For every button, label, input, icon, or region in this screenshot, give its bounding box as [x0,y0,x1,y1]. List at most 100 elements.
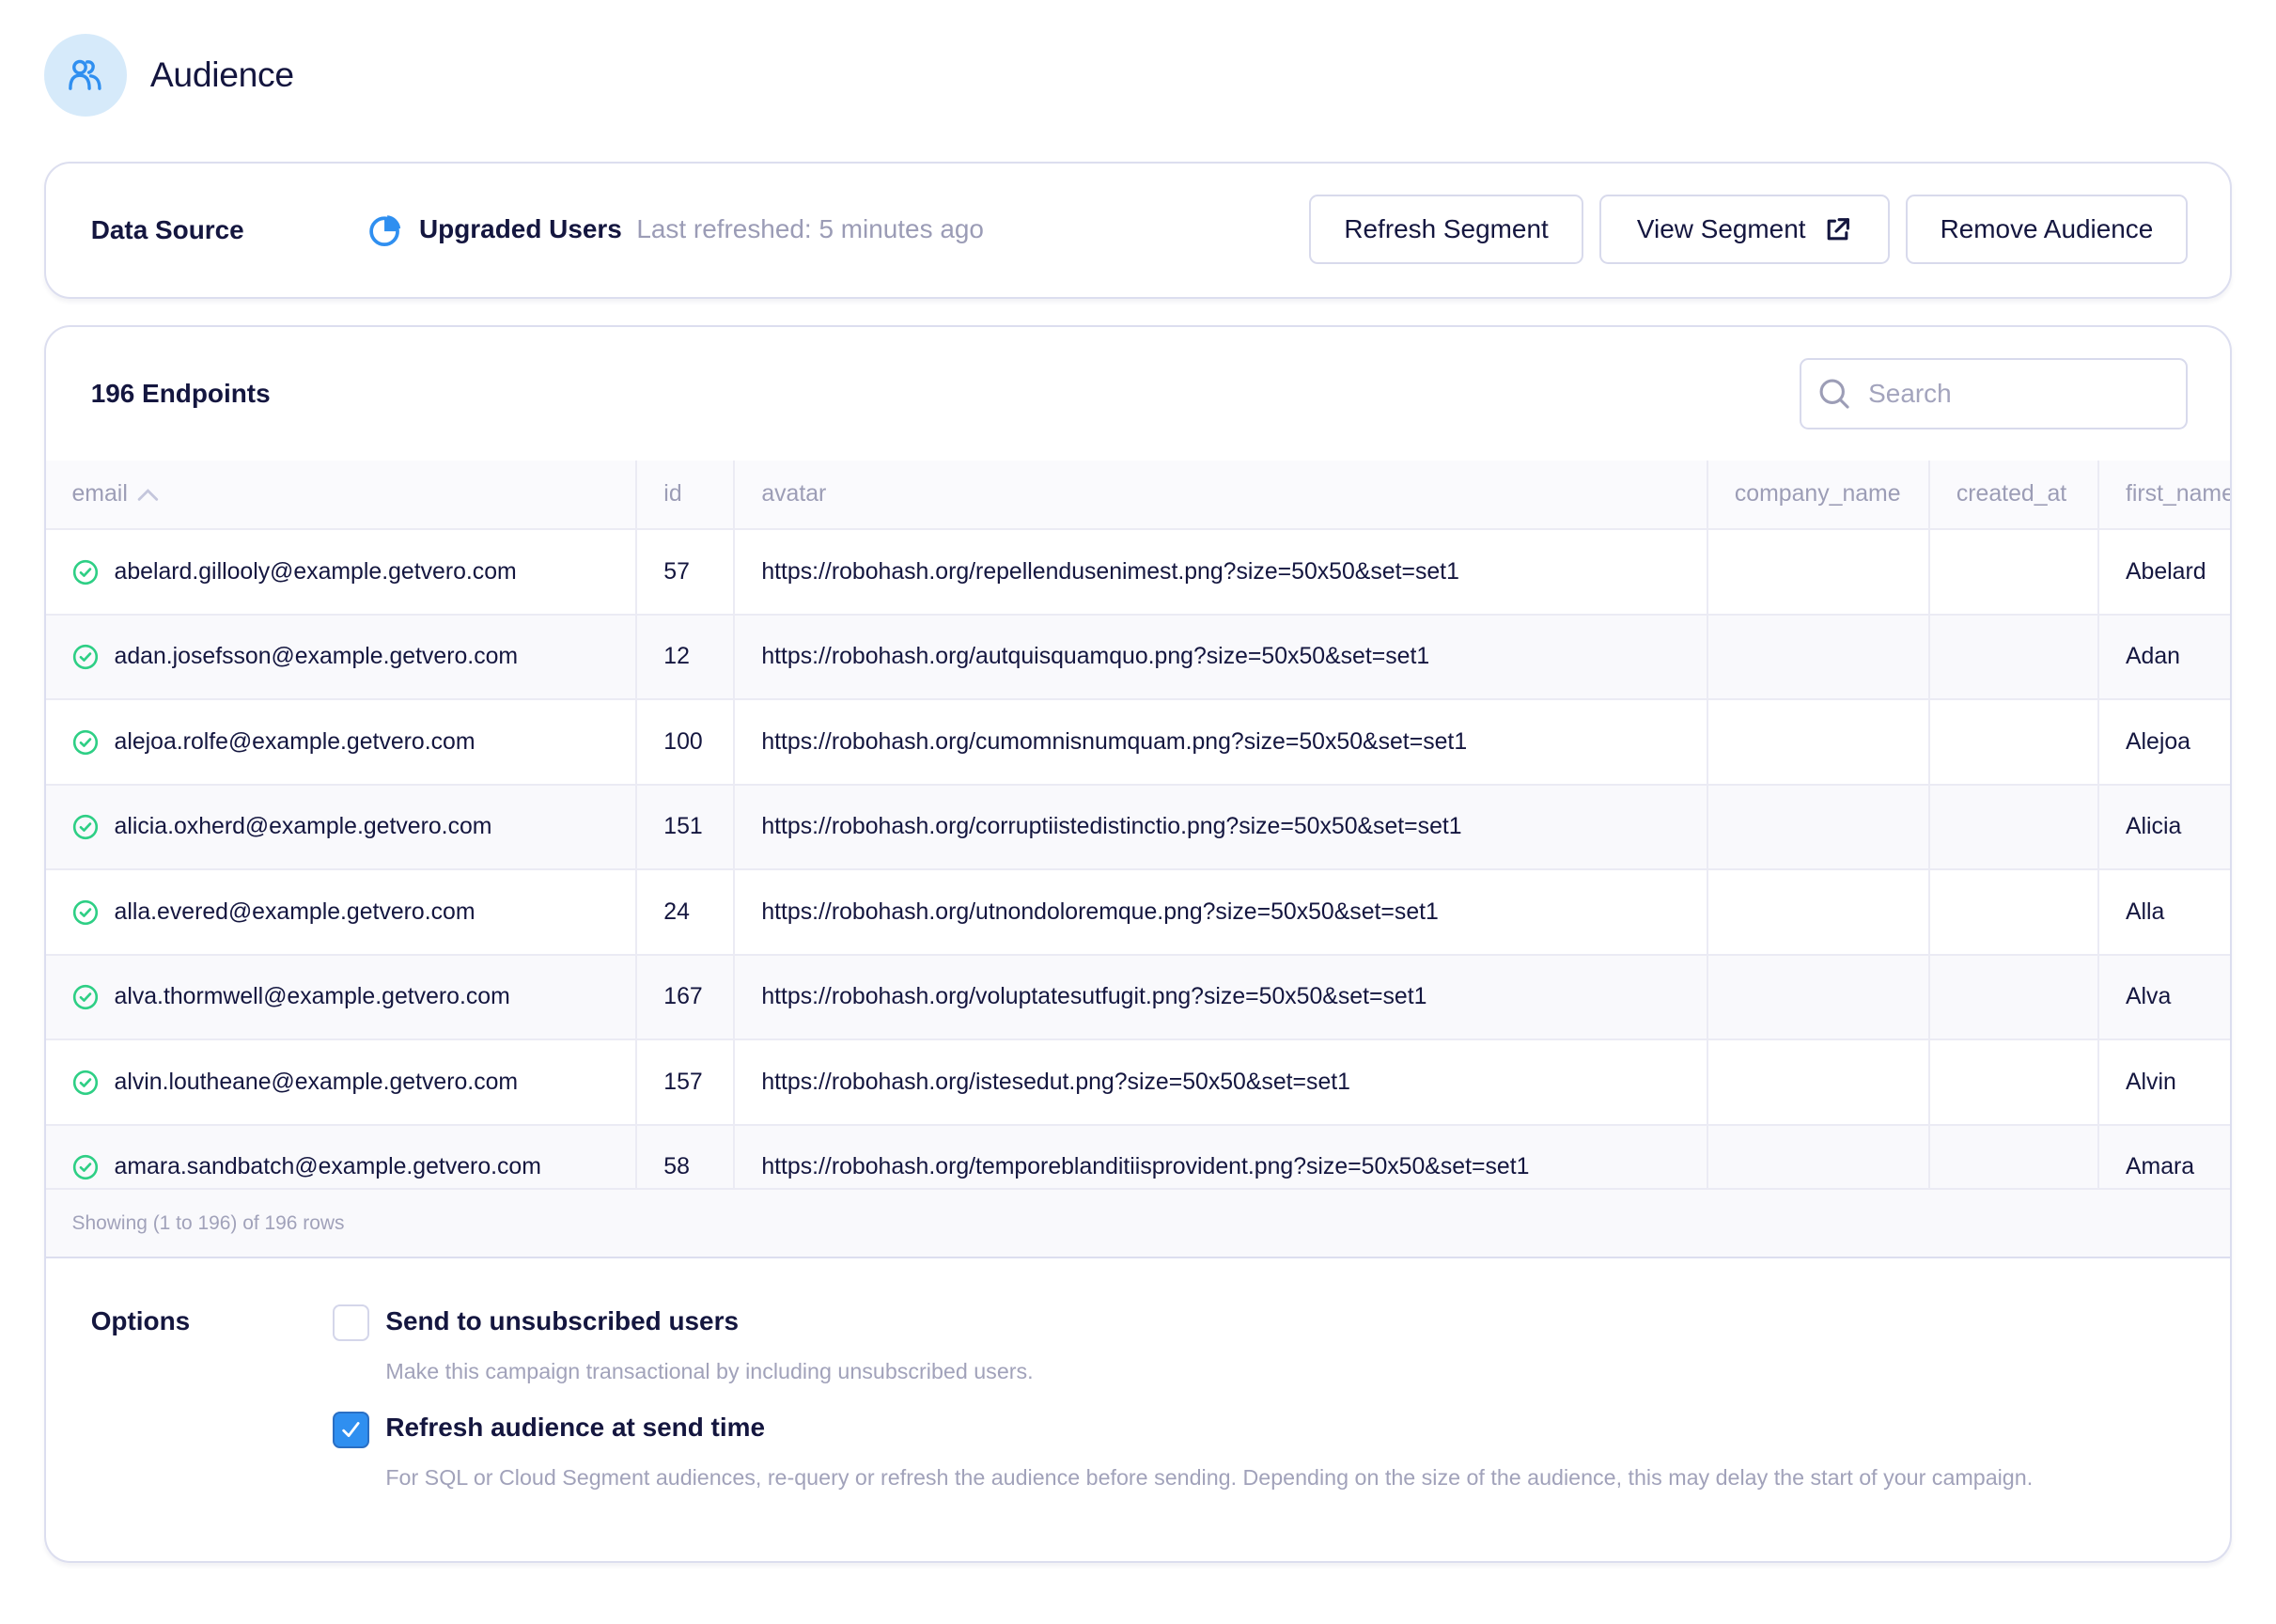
company-name-cell [1707,529,1930,616]
id-cell: 57 [636,529,736,616]
remove-audience-label: Remove Audience [1940,214,2154,244]
first-name-cell: Alicia [2098,784,2231,871]
chevron-up-icon [137,488,159,501]
check-circle-icon [72,645,98,670]
column-header-id[interactable]: id [636,460,736,531]
avatar-cell: https://robohash.org/repellendusenimest.… [734,529,1708,616]
data-source-label: Data Source [90,214,244,244]
avatar-cell: https://robohash.org/autquisquamquo.png?… [734,614,1708,701]
table-row[interactable]: alvin.loutheane@example.getvero.com 157 ht… [45,1039,2231,1126]
email-value: amara.sandbatch@example.getvero.com [114,1154,541,1180]
column-header-created-at[interactable]: created_at [1928,460,2100,531]
table-body: abelard.gillooly@example.getvero.com 57 ht… [45,529,2231,1189]
email-value: alla.evered@example.getvero.com [114,898,475,925]
id-cell: 58 [636,1124,736,1189]
check-circle-icon [72,1070,98,1095]
table-row[interactable]: alva.thormwell@example.getvero.com 167 htt… [45,954,2231,1041]
options-label: Options [90,1306,191,1335]
first-name-cell: Alvin [2098,1039,2231,1126]
audience-page: Audience Data Source Upgraded Users Last… [0,0,2276,1624]
avatar-cell: https://robohash.org/corruptiistedistinc… [734,784,1708,871]
email-cell: alicia.oxherd@example.getvero.com [45,784,638,871]
segment-info: Upgraded Users Last refreshed: 5 minutes… [368,212,984,247]
email-value: alvin.loutheane@example.getvero.com [114,1069,519,1095]
created-at-cell [1928,869,2100,956]
email-cell: alva.thormwell@example.getvero.com [45,954,638,1041]
refresh-at-send-checkbox[interactable] [333,1411,370,1448]
company-name-cell [1707,869,1930,956]
first-name-cell: Alva [2098,954,2231,1041]
company-name-cell [1707,1039,1930,1126]
column-header-email[interactable]: email [45,460,638,531]
table-row[interactable]: adan.josefsson@example.getvero.com 12 http… [45,614,2231,701]
avatar-cell: https://robohash.org/utnondoloremque.png… [734,869,1708,956]
check-circle-icon [72,815,98,840]
endpoints-table: email id avatar company_name created_at … [45,460,2231,1189]
table-row[interactable]: alejoa.rolfe@example.getvero.com 100 https… [45,699,2231,786]
first-name-cell: Abelard [2098,529,2231,616]
search-input[interactable] [1865,377,2163,411]
search-icon [1819,379,1850,409]
row-count-text: Showing (1 to 196) of 196 rows [71,1211,345,1234]
email-value: alicia.oxherd@example.getvero.com [114,814,492,840]
check-circle-icon [72,985,98,1010]
first-name-cell: Alejoa [2098,699,2231,786]
company-name-cell [1707,699,1930,786]
check-circle-icon [72,899,98,925]
id-cell: 24 [636,869,736,956]
table-header-row: email id avatar company_name created_at … [45,460,2231,531]
view-segment-label: View Segment [1636,214,1806,244]
table-row[interactable]: abelard.gillooly@example.getvero.com 57 ht… [45,529,2231,616]
email-cell: abelard.gillooly@example.getvero.com [45,529,638,616]
email-value: adan.josefsson@example.getvero.com [114,644,519,670]
email-cell: amara.sandbatch@example.getvero.com [45,1124,638,1189]
created-at-cell [1928,1124,2100,1189]
avatar-cell: https://robohash.org/istesedut.png?size=… [734,1039,1708,1126]
view-segment-button[interactable]: View Segment [1599,194,1891,265]
last-refreshed: Last refreshed: 5 minutes ago [636,214,984,244]
segment-name[interactable]: Upgraded Users [419,214,622,244]
company-name-cell [1707,1124,1930,1189]
option-title[interactable]: Send to unsubscribed users [385,1306,739,1336]
table-row[interactable]: amara.sandbatch@example.getvero.com 58 htt… [45,1124,2231,1189]
send-unsubscribed-checkbox[interactable] [333,1304,370,1342]
company-name-cell [1707,614,1930,701]
refresh-segment-label: Refresh Segment [1344,214,1549,244]
first-name-cell: Amara [2098,1124,2231,1189]
check-circle-icon [72,559,98,585]
id-cell: 151 [636,784,736,871]
check-circle-icon [72,729,98,755]
email-cell: alejoa.rolfe@example.getvero.com [45,699,638,786]
column-header-avatar[interactable]: avatar [734,460,1708,531]
refresh-segment-button[interactable]: Refresh Segment [1309,194,1583,265]
id-cell: 157 [636,1039,736,1126]
check-circle-icon [72,1154,98,1180]
email-value: alva.thormwell@example.getvero.com [114,984,510,1010]
table-footer: Showing (1 to 196) of 196 rows [45,1188,2231,1258]
id-cell: 12 [636,614,736,701]
company-name-cell [1707,784,1930,871]
data-source-card: Data Source Upgraded Users Last refreshe… [43,162,2233,300]
search-box[interactable] [1799,357,2188,429]
email-value: alejoa.rolfe@example.getvero.com [114,728,475,755]
page-title: Audience [149,55,294,95]
option-description: For SQL or Cloud Segment audiences, re-q… [385,1465,2034,1491]
email-value: abelard.gillooly@example.getvero.com [114,558,517,585]
email-cell: alla.evered@example.getvero.com [45,869,638,956]
external-link-icon [1827,217,1850,241]
table-row[interactable]: alicia.oxherd@example.getvero.com 151 http… [45,784,2231,871]
column-header-first-name[interactable]: first_name [2098,460,2231,531]
email-cell: alvin.loutheane@example.getvero.com [45,1039,638,1126]
id-cell: 100 [636,699,736,786]
created-at-cell [1928,1039,2100,1126]
column-header-company-name[interactable]: company_name [1707,460,1930,531]
created-at-cell [1928,784,2100,871]
checkmark-icon [342,1421,360,1437]
page-header: Audience [43,33,294,117]
option-title[interactable]: Refresh audience at send time [385,1413,765,1443]
created-at-cell [1928,699,2100,786]
id-cell: 167 [636,954,736,1041]
remove-audience-button[interactable]: Remove Audience [1906,194,2188,265]
endpoints-card: 196 Endpoints email id avatar company_na… [43,325,2233,1563]
table-row[interactable]: alla.evered@example.getvero.com 24 https:/… [45,869,2231,956]
